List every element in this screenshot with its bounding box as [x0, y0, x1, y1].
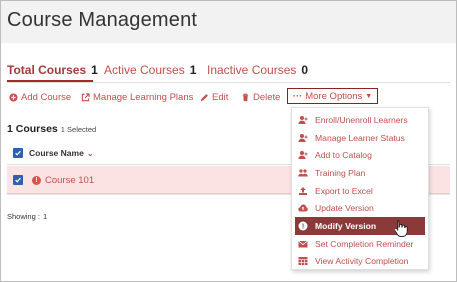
menu-item-add-to-catalog[interactable]: Add to Catalog — [292, 146, 428, 164]
upload-icon — [298, 186, 308, 196]
menu-item-view-activity-completion[interactable]: View Activity Completion — [292, 253, 428, 271]
tabs-divider — [7, 82, 450, 83]
tab-label: Total Courses — [7, 63, 87, 77]
menu-item-label: Manage Learner Status — [315, 132, 405, 143]
users-icon — [298, 168, 308, 178]
menu-item-label: Add to Catalog — [315, 150, 372, 161]
edit-label: Edit — [212, 92, 229, 103]
column-header-label: Course Name — [29, 148, 84, 158]
tab-label: Inactive Courses — [207, 63, 297, 77]
delete-button[interactable]: Delete — [241, 92, 280, 103]
trash-icon — [242, 93, 249, 102]
add-course-button[interactable]: Add Course — [9, 92, 71, 103]
menu-item-manage-learner-status[interactable]: Manage Learner Status — [292, 129, 428, 147]
caret-down-icon: ▼ — [365, 92, 373, 100]
tab-total-courses[interactable]: Total Courses 1 — [7, 63, 98, 77]
showing-label: Showing : — [7, 212, 40, 221]
add-course-label: Add Course — [21, 92, 72, 103]
course-name-link[interactable]: Course 101 — [45, 175, 94, 186]
menu-item-label: Export to Excel — [315, 185, 373, 196]
menu-item-label: Update Version — [315, 203, 374, 214]
menu-item-label: Set Completion Reminder — [315, 238, 414, 249]
menu-item-label: Modify Version — [315, 220, 377, 231]
selected-count: 1 Selected — [60, 125, 97, 134]
course-count: 1 Courses — [7, 123, 58, 135]
tab-inactive-courses[interactable]: Inactive Courses 0 — [207, 63, 308, 77]
menu-item-label: Training Plan — [315, 167, 366, 178]
more-options-menu: Enroll/Unenroll Learners Manage Learner … — [291, 107, 429, 270]
select-all-checkbox[interactable] — [13, 148, 23, 158]
svg-text:!: ! — [302, 224, 304, 231]
page-title: Course Management — [7, 9, 198, 31]
checkmark-icon — [15, 150, 21, 156]
menu-item-label: View Activity Completion — [315, 256, 409, 267]
user-plus-icon — [298, 115, 308, 125]
checkmark-icon — [15, 177, 21, 183]
more-options-label: More Options — [305, 90, 363, 102]
tab-count: 1 — [189, 63, 197, 77]
delete-label: Delete — [253, 92, 281, 103]
row-checkbox[interactable] — [13, 175, 23, 185]
tab-label: Active Courses — [104, 63, 185, 77]
page-header: Course Management — [1, 1, 456, 43]
menu-item-enroll-unenroll[interactable]: Enroll/Unenroll Learners — [292, 111, 428, 129]
menu-item-modify-version[interactable]: ! Modify Version — [295, 217, 425, 238]
alert-icon: ! — [32, 176, 41, 185]
more-options-button[interactable]: ··· More Options ▼ — [287, 88, 378, 104]
showing-count: Showing :1 — [7, 212, 47, 221]
manage-learning-plans-button[interactable]: Manage Learning Plans — [81, 92, 193, 103]
table-icon — [298, 256, 308, 266]
envelope-icon — [298, 239, 308, 249]
menu-item-label: Enroll/Unenroll Learners — [315, 114, 408, 125]
menu-item-update-version[interactable]: Update Version — [292, 199, 428, 217]
showing-value: 1 — [42, 212, 48, 221]
user-plus-icon — [298, 133, 308, 143]
column-header-course-name[interactable]: Course Name ⌄ — [29, 148, 94, 158]
menu-item-set-completion-reminder[interactable]: Set Completion Reminder — [292, 235, 428, 253]
cloud-upload-icon — [298, 203, 308, 213]
user-plus-icon — [298, 150, 308, 160]
tab-count: 0 — [301, 63, 309, 77]
menu-item-training-plan[interactable]: Training Plan — [292, 164, 428, 182]
manage-learning-plans-label: Manage Learning Plans — [93, 92, 194, 103]
pencil-icon — [200, 94, 208, 102]
question-circle-icon: ! — [298, 221, 308, 231]
menu-item-export-to-excel[interactable]: Export to Excel — [292, 182, 428, 200]
tab-count: 1 — [91, 63, 98, 77]
edit-button[interactable]: Edit — [200, 92, 228, 103]
sort-chevron-icon: ⌄ — [86, 148, 94, 158]
selection-summary: 1 Courses 1 Selected — [7, 123, 96, 135]
ellipsis-icon: ··· — [292, 90, 303, 102]
plus-circle-icon — [9, 93, 18, 102]
external-link-icon — [81, 93, 90, 102]
tab-active-courses[interactable]: Active Courses 1 — [104, 63, 196, 77]
